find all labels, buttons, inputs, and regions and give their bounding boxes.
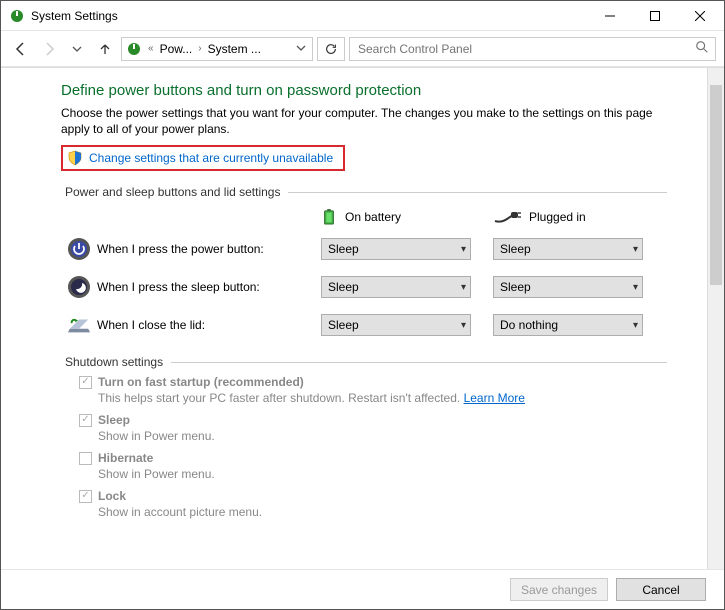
divider (171, 362, 667, 363)
power-button-icon (67, 237, 91, 261)
row-power-button: When I press the power button: Sleep ▾ S… (61, 237, 667, 261)
window-title: System Settings (31, 9, 587, 23)
shield-icon (67, 150, 83, 166)
checkbox-label: Turn on fast startup (recommended) (98, 375, 304, 389)
page-heading: Define power buttons and turn on passwor… (61, 82, 667, 99)
item-desc: Show in account picture menu. (79, 505, 667, 519)
checkbox-label: Sleep (98, 413, 130, 427)
group-legend: Shutdown settings (61, 355, 167, 369)
select-value: Sleep (328, 242, 359, 256)
scrollbar[interactable] (707, 68, 724, 569)
sleep-button-icon (67, 275, 91, 299)
checkbox[interactable] (79, 490, 92, 503)
select-value: Sleep (500, 280, 531, 294)
checkbox-label: Lock (98, 489, 126, 503)
scrollbar-thumb[interactable] (710, 85, 722, 285)
refresh-button[interactable] (317, 37, 345, 61)
chevron-down-icon: ▾ (461, 282, 466, 293)
chevron-down-icon: ▾ (633, 244, 638, 255)
chevron-down-icon: ▾ (633, 320, 638, 331)
close-button[interactable] (677, 1, 722, 30)
breadcrumb-prefix: « (146, 43, 156, 54)
row-label: When I press the power button: (97, 242, 321, 256)
item-desc: Show in Power menu. (79, 467, 667, 481)
lid-battery-select[interactable]: Sleep ▾ (321, 314, 471, 336)
content-area: Define power buttons and turn on passwor… (1, 67, 724, 569)
power-buttons-group: Power and sleep buttons and lid settings… (61, 185, 667, 337)
power-button-battery-select[interactable]: Sleep ▾ (321, 238, 471, 260)
footer: Save changes Cancel (1, 569, 724, 609)
select-value: Sleep (328, 318, 359, 332)
window: System Settings « Pow... (0, 0, 725, 610)
learn-more-link[interactable]: Learn More (464, 391, 525, 405)
select-value: Sleep (500, 242, 531, 256)
chevron-down-icon: ▾ (461, 244, 466, 255)
up-button[interactable] (93, 37, 117, 61)
checkbox-label: Hibernate (98, 451, 153, 465)
col-plugged: Plugged in (493, 207, 653, 227)
address-bar[interactable]: « Pow... › System ... (121, 37, 313, 61)
save-button[interactable]: Save changes (510, 578, 608, 601)
search-input[interactable] (356, 41, 695, 57)
forward-button[interactable] (37, 37, 61, 61)
app-icon (9, 8, 25, 24)
shutdown-settings-group: Shutdown settings Turn on fast startup (… (61, 355, 667, 519)
sleep-button-plugged-select[interactable]: Sleep ▾ (493, 276, 643, 298)
address-dropdown[interactable] (292, 42, 310, 56)
checkbox[interactable] (79, 452, 92, 465)
change-settings-highlight: Change settings that are currently unava… (61, 145, 345, 171)
col-battery-label: On battery (345, 210, 401, 224)
item-desc: This helps start your PC faster after sh… (98, 391, 460, 405)
back-button[interactable] (9, 37, 33, 61)
checkbox[interactable] (79, 376, 92, 389)
power-button-plugged-select[interactable]: Sleep ▾ (493, 238, 643, 260)
nav-bar: « Pow... › System ... (1, 31, 724, 67)
col-battery: On battery (321, 207, 481, 227)
lid-plugged-select[interactable]: Do nothing ▾ (493, 314, 643, 336)
sleep-button-battery-select[interactable]: Sleep ▾ (321, 276, 471, 298)
content: Define power buttons and turn on passwor… (1, 68, 707, 569)
titlebar: System Settings (1, 1, 724, 31)
shutdown-item-lock: Lock Show in account picture menu. (61, 489, 667, 519)
row-sleep-button: When I press the sleep button: Sleep ▾ S… (61, 275, 667, 299)
row-close-lid: When I close the lid: Sleep ▾ Do nothing… (61, 313, 667, 337)
page-description: Choose the power settings that you want … (61, 105, 667, 137)
shutdown-item-fast-startup: Turn on fast startup (recommended) This … (61, 375, 667, 405)
col-plugged-label: Plugged in (529, 210, 586, 224)
breadcrumb-2[interactable]: System ... (208, 42, 261, 56)
group-legend: Power and sleep buttons and lid settings (61, 185, 284, 199)
chevron-down-icon: ▾ (461, 320, 466, 331)
breadcrumb-1[interactable]: Pow... (160, 42, 193, 56)
minimize-button[interactable] (587, 1, 632, 30)
location-icon (126, 41, 142, 57)
select-value: Sleep (328, 280, 359, 294)
shutdown-item-hibernate: Hibernate Show in Power menu. (61, 451, 667, 481)
recent-locations-button[interactable] (65, 37, 89, 61)
plug-icon (493, 207, 521, 227)
divider (288, 192, 667, 193)
battery-icon (321, 209, 337, 225)
row-label: When I close the lid: (97, 318, 321, 332)
select-value: Do nothing (500, 318, 558, 332)
cancel-button[interactable]: Cancel (616, 578, 706, 601)
row-label: When I press the sleep button: (97, 280, 321, 294)
shutdown-item-sleep: Sleep Show in Power menu. (61, 413, 667, 443)
lid-icon (67, 313, 91, 337)
checkbox[interactable] (79, 414, 92, 427)
search-box[interactable] (349, 37, 716, 61)
change-settings-link[interactable]: Change settings that are currently unava… (89, 151, 333, 165)
maximize-button[interactable] (632, 1, 677, 30)
search-icon (695, 40, 709, 57)
chevron-down-icon: ▾ (633, 282, 638, 293)
item-desc: Show in Power menu. (79, 429, 667, 443)
chevron-right-icon: › (196, 43, 203, 54)
column-headers: On battery Plugged in (61, 207, 667, 227)
